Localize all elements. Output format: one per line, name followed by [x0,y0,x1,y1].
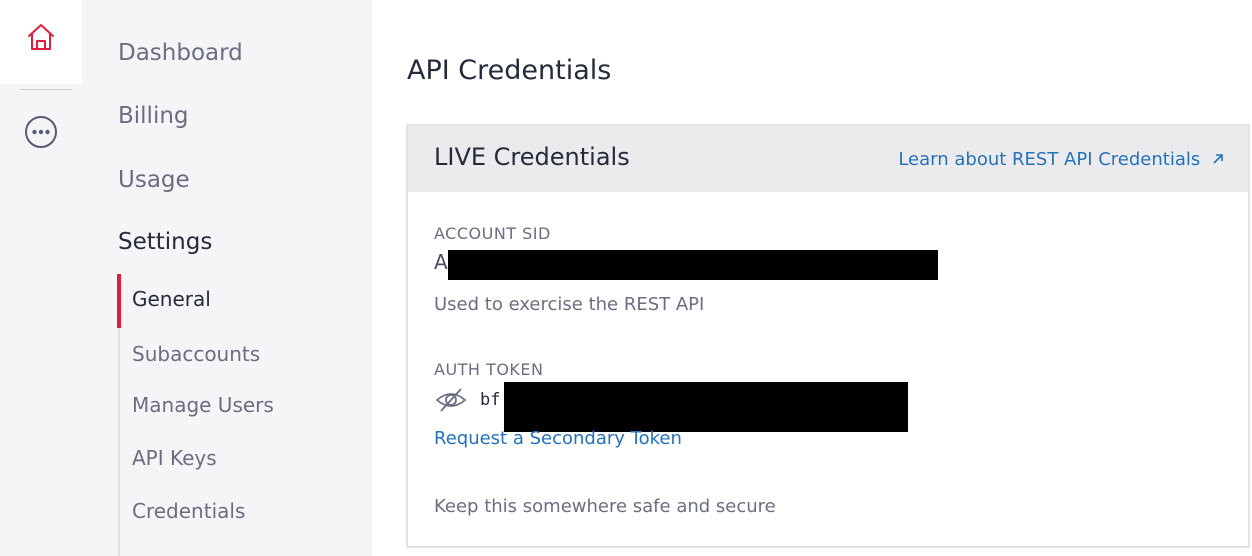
sidebar-item-settings[interactable]: Settings [118,229,212,255]
rail-divider [20,89,72,90]
learn-link-text: Learn about REST API Credentials [898,149,1201,170]
card-title: LIVE Credentials [434,143,630,171]
sidebar-item-dashboard[interactable]: Dashboard [118,40,243,66]
sidebar-subitem-credentials[interactable]: Credentials [132,499,245,523]
account-sid-value: A [434,250,448,274]
auth-token-help: Keep this somewhere safe and secure [434,496,776,517]
redaction-bar [504,382,908,432]
sidebar-nav: Dashboard Billing Usage Settings General… [82,0,372,556]
more-options-icon[interactable] [24,115,58,149]
redaction-bar [448,250,938,280]
home-rail-button[interactable] [0,0,82,84]
card-header: LIVE Credentials Learn about REST API Cr… [408,126,1248,192]
account-sid-label: ACCOUNT SID [434,224,551,243]
auth-token-value: bf [480,390,501,410]
sidebar-item-billing[interactable]: Billing [118,103,189,129]
active-indicator [117,274,121,328]
sidebar-item-usage[interactable]: Usage [118,167,190,193]
icon-rail [0,0,82,556]
sidebar-subitem-manage-users[interactable]: Manage Users [132,393,274,417]
home-icon [28,24,54,50]
live-credentials-card: LIVE Credentials Learn about REST API Cr… [406,124,1250,548]
sidebar-subitem-general[interactable]: General [132,287,211,311]
sidebar-subitem-api-keys[interactable]: API Keys [132,446,217,470]
eye-hidden-icon[interactable] [434,386,468,414]
account-sid-help: Used to exercise the REST API [434,294,705,315]
external-link-arrow-icon [1213,154,1223,164]
auth-token-label: AUTH TOKEN [434,360,544,379]
sidebar-subitem-subaccounts[interactable]: Subaccounts [132,342,260,366]
page-title: API Credentials [407,55,612,86]
request-secondary-token-link[interactable]: Request a Secondary Token [434,428,682,449]
learn-credentials-link[interactable]: Learn about REST API Credentials [898,149,1224,170]
